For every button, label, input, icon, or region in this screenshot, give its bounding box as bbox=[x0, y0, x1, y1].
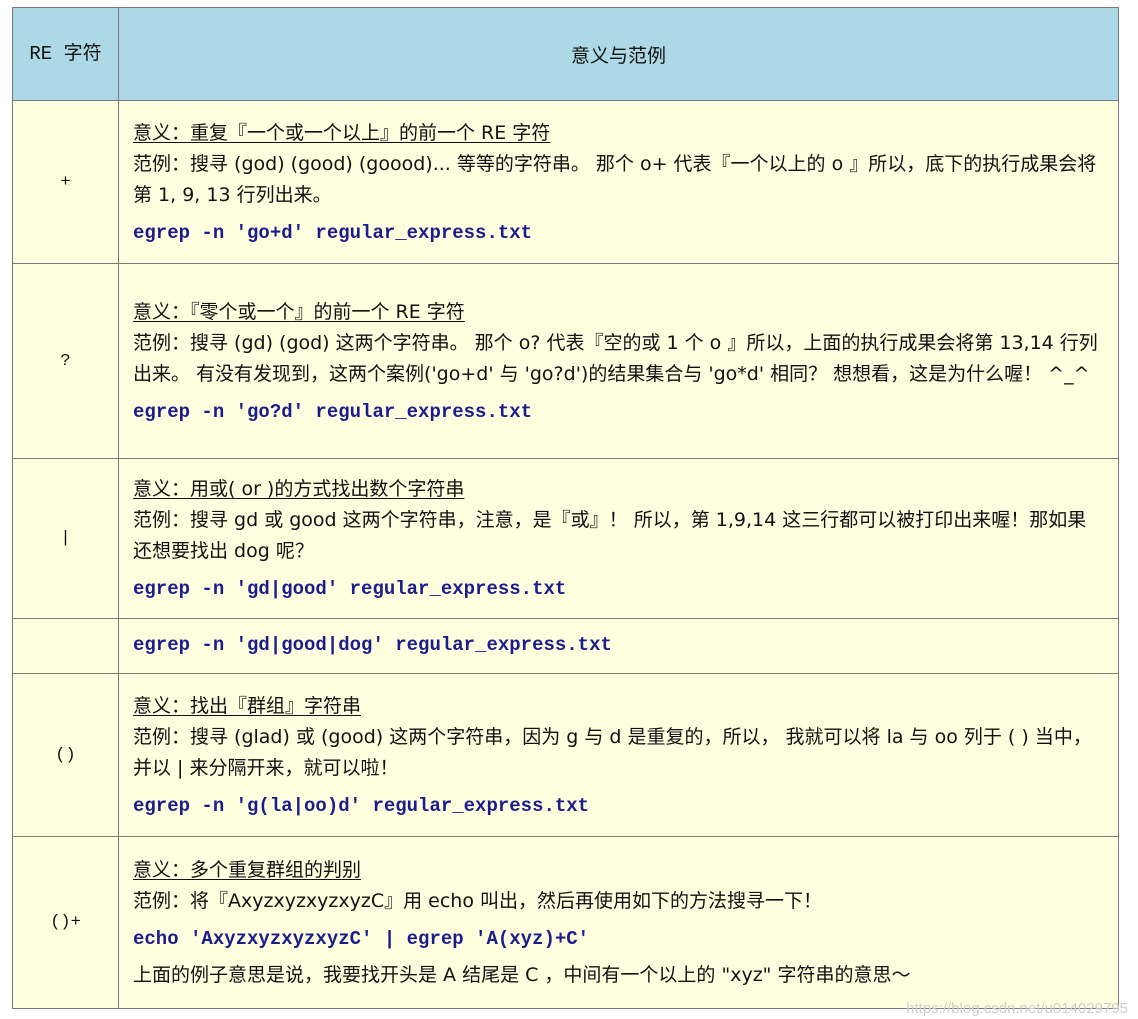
row-description: 意义：多个重复群组的判别 范例：将『AxyzxyzxyzxyzC』用 echo … bbox=[118, 836, 1119, 1009]
example-text: 范例：将『AxyzxyzxyzxyzC』用 echo 叫出，然后再使用如下的方法… bbox=[133, 890, 822, 912]
table-row: ? 意义：『零个或一个』的前一个 RE 字符 范例：搜寻 (gd) (god) … bbox=[12, 263, 1119, 459]
row-description: egrep -n 'gd|good|dog' regular_express.t… bbox=[118, 618, 1119, 674]
command-text: egrep -n 'go+d' regular_express.txt bbox=[133, 221, 533, 244]
row-symbol: + bbox=[12, 100, 119, 264]
meaning-text: 意义：用或( or )的方式找出数个字符串 bbox=[133, 478, 465, 500]
command-text: egrep -n 'gd|good' regular_express.txt bbox=[133, 578, 567, 600]
command-text: egrep -n 'gd|good|dog' regular_express.t… bbox=[133, 634, 612, 656]
example-text: 范例：搜寻 gd 或 good 这两个字符串，注意，是『或』！ 所以，第 1,9… bbox=[133, 509, 1087, 562]
command-text: egrep -n 'go?d' regular_express.txt bbox=[133, 400, 533, 423]
example-text: 范例：搜寻 (god) (good) (goood)... 等等的字符串。 那个… bbox=[133, 152, 1097, 206]
row-description: 意义：重复『一个或一个以上』的前一个 RE 字符 范例：搜寻 (god) (go… bbox=[118, 100, 1119, 264]
header-symbol: RE 字符 bbox=[12, 7, 119, 101]
table-row: + 意义：重复『一个或一个以上』的前一个 RE 字符 范例：搜寻 (god) (… bbox=[12, 100, 1119, 264]
row-symbol: ? bbox=[12, 263, 119, 459]
command-text: echo 'AxyzxyzxyzxyzC' | egrep 'A(xyz)+C' bbox=[133, 928, 590, 950]
row-symbol: () bbox=[12, 673, 119, 837]
table-row: | 意义：用或( or )的方式找出数个字符串 范例：搜寻 gd 或 good … bbox=[12, 458, 1119, 619]
regex-table: RE 字符 意义与范例 + 意义：重复『一个或一个以上』的前一个 RE 字符 范… bbox=[12, 7, 1119, 1009]
explanation-text: 上面的例子意思是说，我要找开头是 A 结尾是 C ，中间有一个以上的 "xyz"… bbox=[133, 964, 911, 986]
meaning-text: 意义：找出『群组』字符串 bbox=[133, 694, 362, 717]
watermark: https://blog.csdn.net/u014029795 bbox=[906, 1000, 1128, 1017]
row-description: 意义：找出『群组』字符串 范例：搜寻 (glad) 或 (good) 这两个字符… bbox=[118, 673, 1119, 837]
table-row: ()+ 意义：多个重复群组的判别 范例：将『AxyzxyzxyzxyzC』用 e… bbox=[12, 836, 1119, 1009]
table-row: egrep -n 'gd|good|dog' regular_express.t… bbox=[12, 618, 1119, 674]
meaning-text: 意义：多个重复群组的判别 bbox=[133, 859, 362, 881]
row-description: 意义：『零个或一个』的前一个 RE 字符 范例：搜寻 (gd) (god) 这两… bbox=[118, 263, 1119, 459]
command-text: egrep -n 'g(la|oo)d' regular_express.txt bbox=[133, 794, 590, 817]
row-description: 意义：用或( or )的方式找出数个字符串 范例：搜寻 gd 或 good 这两… bbox=[118, 458, 1119, 619]
table-header-row: RE 字符 意义与范例 bbox=[12, 7, 1119, 101]
meaning-text: 意义：『零个或一个』的前一个 RE 字符 bbox=[133, 300, 465, 323]
row-symbol: | bbox=[12, 458, 119, 619]
row-symbol bbox=[12, 618, 119, 674]
meaning-text: 意义：重复『一个或一个以上』的前一个 RE 字符 bbox=[133, 121, 551, 144]
example-text: 范例：搜寻 (glad) 或 (good) 这两个字符串，因为 g 与 d 是重… bbox=[133, 725, 1092, 779]
example-text: 范例：搜寻 (gd) (god) 这两个字符串。 那个 o? 代表『空的或 1 … bbox=[133, 331, 1098, 385]
header-meaning: 意义与范例 bbox=[118, 7, 1119, 101]
row-symbol: ()+ bbox=[12, 836, 119, 1009]
table-row: () 意义：找出『群组』字符串 范例：搜寻 (glad) 或 (good) 这两… bbox=[12, 673, 1119, 837]
